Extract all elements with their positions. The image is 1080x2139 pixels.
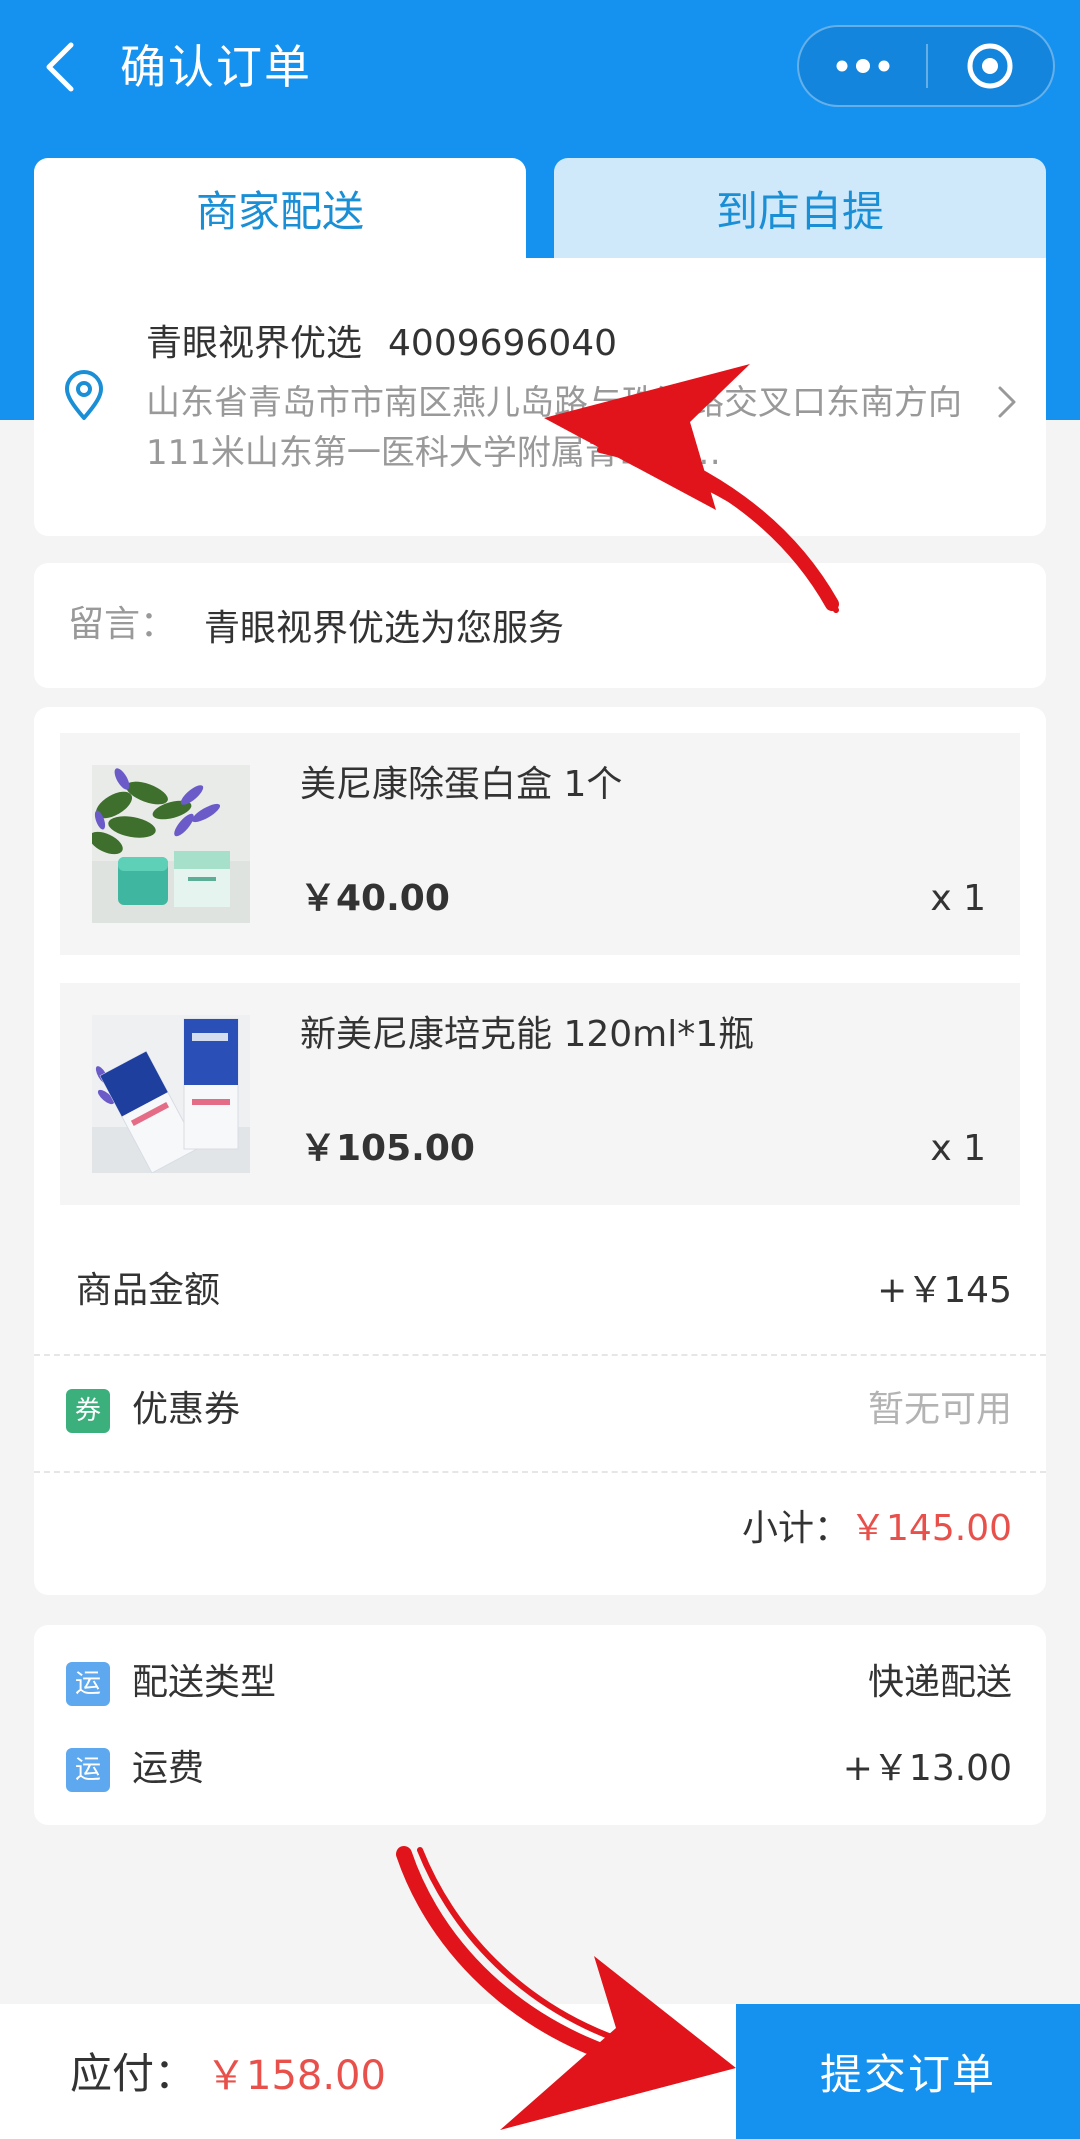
coupon-row[interactable]: 券优惠券 暂无可用 [34,1351,1046,1469]
shipping-fee-label: 运费 [132,1748,205,1789]
shipping-icon: 运 [66,1662,110,1706]
product-image [92,1015,250,1173]
product-price: ￥105.00 [300,1128,475,1169]
shipping-fee-value: +￥13.00 [842,1748,1012,1789]
product-price: ￥40.00 [300,878,450,919]
page-title: 确认订单 [120,40,312,94]
submit-order-button[interactable]: 提交订单 [736,2004,1080,2139]
message-label: 留言： [68,604,177,645]
shipping-fee-row: 运运费 +￥13.00 [34,1739,1046,1799]
subtotal-label: 小计： [742,1508,851,1549]
chevron-right-icon [998,386,1016,418]
payable-label: 应付： [70,2049,197,2098]
coupon-label-group: 券优惠券 [66,1386,240,1434]
message-input[interactable] [204,595,1004,655]
tab-merchant-delivery[interactable]: 商家配送 [34,158,526,258]
delivery-type-value: 快递配送 [867,1662,1012,1703]
back-button[interactable] [38,36,82,98]
tab-store-pickup[interactable]: 到店自提 [554,158,1046,258]
recipient-line: 青眼视界优选 4009696040 [146,320,617,368]
shipping-fee-label-group: 运运费 [66,1745,204,1793]
delivery-type-label-group: 运配送类型 [66,1659,276,1707]
delivery-type-label: 配送类型 [132,1662,277,1703]
recipient-phone: 4009696040 [388,323,618,364]
delivery-type-row[interactable]: 运配送类型 快递配送 [34,1653,1046,1713]
close-mini-program-button[interactable] [928,27,1053,105]
product-item[interactable]: 新美尼康培克能 120ml*1瓶 ￥105.00 x 1 [60,983,1020,1205]
more-dots-icon [836,59,889,73]
address-card[interactable]: 青眼视界优选 4009696040 山东省青岛市市南区燕儿岛路与珠海路交叉口东南方… [34,258,1046,536]
back-arrow-icon [46,42,74,92]
goods-amount-label: 商品金额 [76,1270,221,1311]
subtotal-value: ￥145.00 [850,1508,1012,1549]
payable-amount: ￥158.00 [206,2053,386,2099]
coupon-value: 暂无可用 [867,1389,1012,1430]
shipping-icon: 运 [66,1748,110,1792]
checkout-bar: 应付： ￥158.00 提交订单 [0,2004,1080,2139]
subtotal-group: 小计：￥145.00 [742,1505,1012,1553]
mini-program-capsule [797,25,1055,107]
goods-amount-value: +￥145 [877,1270,1012,1311]
product-item[interactable]: 美尼康除蛋白盒 1个 ￥40.00 x 1 [60,733,1020,955]
coupon-label: 优惠券 [132,1389,241,1430]
product-quantity: x 1 [930,878,986,919]
location-pin-icon [65,370,103,420]
product-name: 美尼康除蛋白盒 1个 [300,764,623,805]
product-quantity: x 1 [930,1128,986,1169]
subtotal-row: 小计：￥145.00 [34,1470,1046,1588]
order-items-card: 美尼康除蛋白盒 1个 ￥40.00 x 1 新美尼康培克能 120ml*1瓶 ￥… [34,707,1046,1595]
product-name: 新美尼康培克能 120ml*1瓶 [300,1014,755,1055]
product-image [92,765,250,923]
nav-bar: 确认订单 [0,0,1080,135]
recipient-name: 青眼视界优选 [146,323,363,364]
delivery-card: 运配送类型 快递配送 运运费 +￥13.00 [34,1625,1046,1825]
message-card: 留言： [34,563,1046,688]
address-text: 山东省青岛市市南区燕儿岛路与珠海路交叉口东南方向111米山东第一医科大学附属青岛… [146,383,962,473]
goods-amount-row: 商品金额 +￥145 [34,1232,1046,1350]
more-button[interactable] [799,27,926,105]
tab-label: 到店自提 [715,186,884,236]
target-close-icon [967,43,1013,89]
coupon-icon: 券 [66,1389,110,1433]
tab-label: 商家配送 [195,186,364,236]
